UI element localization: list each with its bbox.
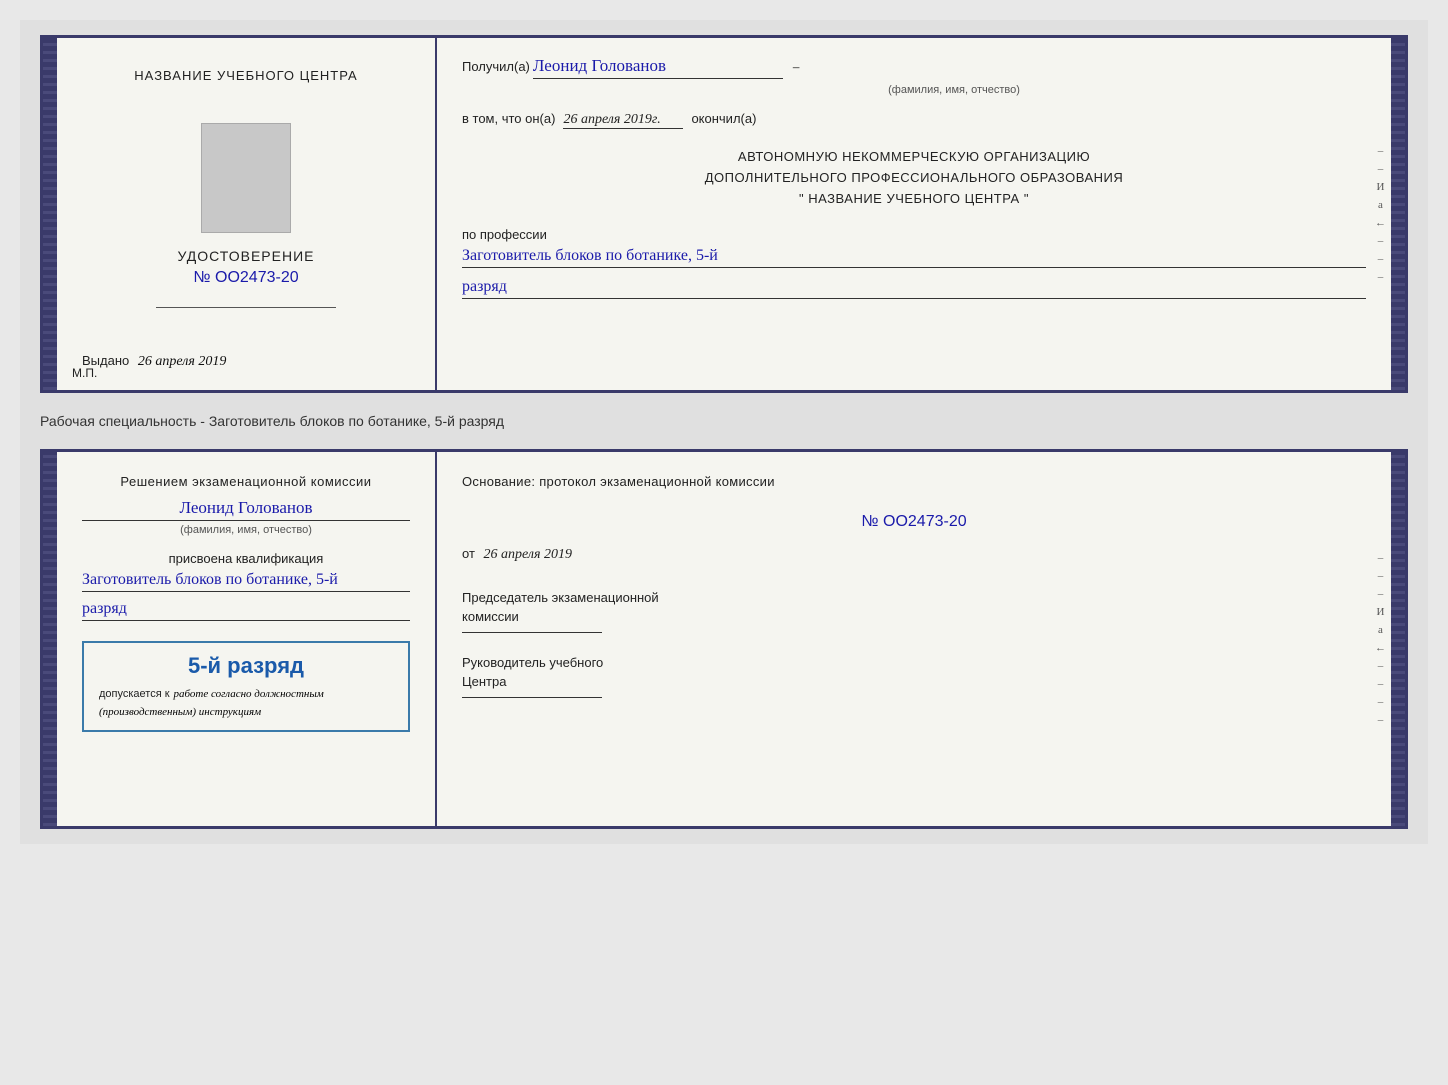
osnov-label: Основание: протокол экзаменационной коми…: [462, 472, 1366, 493]
description-line: Рабочая специальность - Заготовитель бло…: [40, 405, 1408, 437]
qualification-name: Заготовитель блоков по ботанике, 5-й: [82, 571, 410, 592]
exam-spine-left: [43, 452, 57, 826]
vtom-date: 26 апреля 2019г.: [563, 112, 683, 129]
cert-spine-left: [43, 38, 57, 390]
stamp-allowed: допускается к: [99, 688, 170, 700]
training-center-title: НАЗВАНИЕ УЧЕБНОГО ЦЕНТРА: [134, 68, 357, 83]
mp-label: М.П.: [72, 366, 97, 380]
exam-right-panel: Основание: протокол экзаменационной коми…: [437, 452, 1391, 826]
commission-chair: Председатель экзаменационной комиссии: [462, 588, 1366, 633]
stamp-box: 5-й разряд допускается к работе согласно…: [82, 641, 410, 732]
stamp-rank: 5-й разряд: [99, 653, 393, 679]
rank-text-top: разряд: [462, 278, 1366, 299]
cert-label: УДОСТОВЕРЕНИЕ: [178, 248, 315, 264]
chair-signature-line: [462, 632, 602, 633]
profession-name: Заготовитель блоков по ботанике, 5-й: [462, 247, 1366, 268]
exam-fio-subtitle: (фамилия, имя, отчество): [82, 524, 410, 536]
cert-spine-right: [1391, 38, 1405, 390]
photo-placeholder: [201, 123, 291, 233]
certificate-top: НАЗВАНИЕ УЧЕБНОГО ЦЕНТРА УДОСТОВЕРЕНИЕ №…: [40, 35, 1408, 393]
cert-right-panel: Получил(а) Леонид Голованов – (фамилия, …: [437, 38, 1391, 390]
profession-label: по профессии: [462, 227, 1366, 242]
exam-name: Леонид Голованов: [82, 498, 410, 521]
rank-block: разряд: [82, 600, 410, 621]
recipient-name: Леонид Голованов: [533, 56, 783, 79]
exam-doc: Решением экзаменационной комиссии Леонид…: [40, 449, 1408, 829]
protocol-number: № OO2473-20: [462, 513, 1366, 531]
exam-left-panel: Решением экзаменационной комиссии Леонид…: [57, 452, 437, 826]
qualification-label: присвоена квалификация: [82, 551, 410, 566]
cert-number: № OO2473-20: [193, 269, 298, 287]
recipient-line: Получил(а) Леонид Голованов –: [462, 56, 1366, 79]
page-container: НАЗВАНИЕ УЧЕБНОГО ЦЕНТРА УДОСТОВЕРЕНИЕ №…: [20, 20, 1428, 844]
autonomous-org: АВТОНОМНУЮ НЕКОММЕРЧЕСКУЮ ОРГАНИЗАЦИЮ ДО…: [462, 147, 1366, 209]
from-date: от 26 апреля 2019: [462, 546, 1366, 563]
exam-decision: Решением экзаменационной комиссии: [82, 472, 410, 493]
vtom-line: в том, что он(а) 26 апреля 2019г. окончи…: [462, 111, 1366, 129]
cert-issued-line: Выдано 26 апреля 2019: [82, 353, 226, 370]
center-leader: Руководитель учебного Центра: [462, 653, 1366, 698]
cert-left-panel: НАЗВАНИЕ УЧЕБНОГО ЦЕНТРА УДОСТОВЕРЕНИЕ №…: [57, 38, 437, 390]
exam-spine-right: [1391, 452, 1405, 826]
recipient-subtitle: (фамилия, имя, отчество): [542, 84, 1366, 96]
leader-signature-line: [462, 697, 602, 698]
recipient-prefix: Получил(а): [462, 59, 530, 74]
